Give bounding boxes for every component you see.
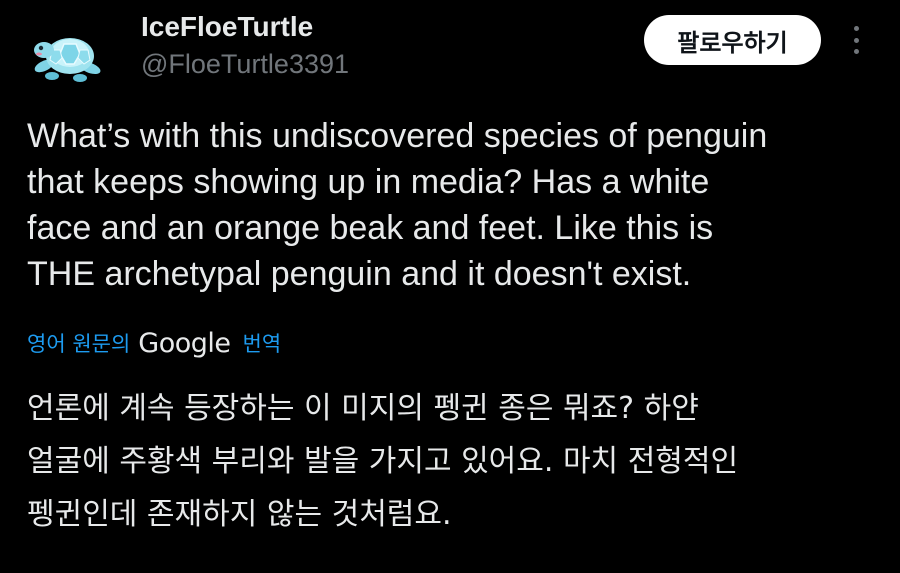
follow-button[interactable]: 팔로우하기 — [644, 15, 821, 65]
turtle-avatar-icon — [34, 38, 101, 82]
translation-attribution[interactable]: 영어 원문의 Google 번역 — [27, 325, 281, 361]
more-vertical-icon — [853, 26, 859, 31]
author-display-name[interactable]: IceFloeTurtle — [141, 10, 313, 44]
translation-link[interactable]: 번역 — [243, 328, 282, 358]
translated-text: 언론에 계속 등장하는 이 미지의 펭귄 종은 뭐죠? 하얀 얼굴에 주황색 부… — [27, 391, 739, 532]
more-options-button[interactable] — [844, 22, 868, 58]
author-handle[interactable]: @FloeTurtle3391 — [141, 48, 349, 80]
more-vertical-icon-dot — [853, 49, 859, 54]
tweet-text: What’s with this undiscovered species of… — [27, 117, 768, 293]
more-vertical-icon-dot — [853, 37, 859, 43]
google-logo: Google — [138, 327, 231, 359]
avatar[interactable] — [30, 20, 106, 84]
translation-source-label: 영어 원문의 — [27, 332, 131, 356]
